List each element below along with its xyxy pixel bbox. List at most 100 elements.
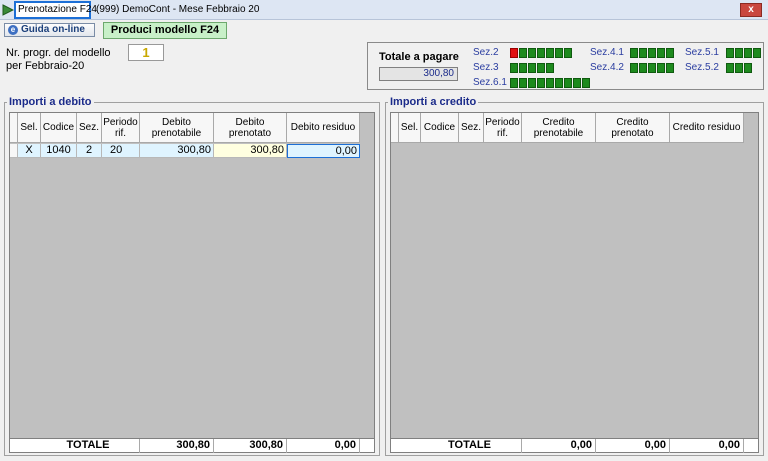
- debito-group-title: Importi a debito: [7, 96, 94, 108]
- credito-total-row: TOTALE 0,00 0,00 0,00: [391, 438, 758, 453]
- debito-cell-sel[interactable]: X: [18, 144, 41, 158]
- debito-col-sel[interactable]: Sel.: [18, 113, 41, 143]
- produci-f24-button[interactable]: Produci modello F24: [103, 22, 227, 39]
- debito-total-label: TOTALE: [10, 439, 140, 453]
- close-button[interactable]: x: [740, 3, 762, 17]
- bar-segment: [744, 48, 752, 58]
- bar-segment: [726, 63, 734, 73]
- debito-cell-prenotato[interactable]: 300,80: [214, 144, 287, 158]
- debito-group: Importi a debito Sel. Codice Sez. Period…: [4, 96, 380, 456]
- credito-col-periodo[interactable]: Periodo rif.: [484, 113, 522, 143]
- bar-segment: [564, 48, 572, 58]
- credito-total-residuo: 0,00: [670, 439, 744, 453]
- credito-col-sez[interactable]: Sez.: [459, 113, 484, 143]
- debito-cell-sez[interactable]: 2: [77, 144, 102, 158]
- bar-segment: [639, 63, 647, 73]
- help-online-label: Guida on-line: [21, 24, 85, 35]
- play-arrow-icon: [2, 4, 14, 16]
- bar-segment: [564, 78, 572, 88]
- sez-5-1-label: Sez.5.1: [685, 47, 719, 58]
- debito-cell-prenotabile[interactable]: 300,80: [140, 144, 214, 158]
- bar-segment: [528, 78, 536, 88]
- bar-segment: [519, 63, 527, 73]
- bar-segment: [639, 48, 647, 58]
- sez-5-2-label: Sez.5.2: [685, 62, 719, 73]
- bar-segment: [528, 48, 536, 58]
- sez-5-2-bar: [726, 63, 752, 73]
- bar-segment: [537, 48, 545, 58]
- bar-segment: [648, 48, 656, 58]
- sez-3-bar: [510, 63, 554, 73]
- sez-6-1-bar: [510, 78, 590, 88]
- bar-segment: [666, 63, 674, 73]
- debito-col-sez[interactable]: Sez.: [77, 113, 102, 143]
- bar-segment: [582, 78, 590, 88]
- help-online-button[interactable]: e Guida on-line: [4, 23, 95, 37]
- credito-col-prenotabile[interactable]: Credito prenotabile: [522, 113, 596, 143]
- debito-table: Sel. Codice Sez. Periodo rif. Debito pre…: [9, 112, 375, 453]
- sez-3-label: Sez.3: [473, 62, 499, 73]
- bar-segment: [630, 48, 638, 58]
- credito-table: Sel. Codice Sez. Periodo rif. Credito pr…: [390, 112, 759, 453]
- credito-col-prenotato[interactable]: Credito prenotato: [596, 113, 670, 143]
- credito-total-label: TOTALE: [391, 439, 522, 453]
- title-bar: Prenotazione F24 (999) DemoCont - Mese F…: [0, 0, 768, 20]
- credito-group-title: Importi a credito: [388, 96, 479, 108]
- debito-total-prenotato: 300,80: [214, 439, 287, 453]
- row-indicator: [10, 144, 18, 158]
- bar-segment: [510, 63, 518, 73]
- bar-segment: [735, 63, 743, 73]
- debito-cell-codice[interactable]: 1040: [41, 144, 77, 158]
- bar-segment: [735, 48, 743, 58]
- bar-segment: [537, 78, 545, 88]
- bar-segment: [528, 63, 536, 73]
- bar-segment: [573, 78, 581, 88]
- bar-segment: [537, 63, 545, 73]
- credito-col-residuo[interactable]: Credito residuo: [670, 113, 744, 143]
- bar-segment: [726, 48, 734, 58]
- bar-segment: [657, 63, 665, 73]
- row-indicator-header: [391, 113, 399, 143]
- bar-segment: [546, 78, 554, 88]
- total-value: 300,80: [379, 67, 458, 81]
- debito-col-codice[interactable]: Codice: [41, 113, 77, 143]
- sez-4-2-bar: [630, 63, 674, 73]
- debito-total-row: TOTALE 300,80 300,80 0,00: [10, 438, 374, 453]
- bar-segment: [657, 48, 665, 58]
- debito-cell-residuo[interactable]: 0,00: [287, 144, 360, 158]
- bar-segment: [753, 48, 761, 58]
- summary-panel: Totale a pagare 300,80 Sez.2 Sez.3 Sez.6…: [367, 42, 764, 90]
- debito-total-residuo: 0,00: [287, 439, 360, 453]
- debito-total-prenotabile: 300,80: [140, 439, 214, 453]
- debito-col-periodo[interactable]: Periodo rif.: [102, 113, 140, 143]
- debito-col-prenotato[interactable]: Debito prenotato: [214, 113, 287, 143]
- bar-segment: [555, 78, 563, 88]
- bar-segment: [666, 48, 674, 58]
- bar-segment: [555, 48, 563, 58]
- bar-segment: [519, 78, 527, 88]
- debito-col-prenotabile[interactable]: Debito prenotabile: [140, 113, 214, 143]
- credito-total-prenotato: 0,00: [596, 439, 670, 453]
- help-icon: e: [8, 25, 18, 35]
- window-title: (999) DemoCont - Mese Febbraio 20: [96, 4, 260, 15]
- debito-cell-periodo[interactable]: 20: [102, 144, 140, 158]
- bar-segment: [519, 48, 527, 58]
- sez-4-2-label: Sez.4.2: [590, 62, 624, 73]
- bar-segment: [744, 63, 752, 73]
- sez-6-1-label: Sez.6.1: [473, 77, 507, 88]
- bar-segment: [648, 63, 656, 73]
- window-tab[interactable]: Prenotazione F24: [14, 1, 97, 19]
- progressive-number-field[interactable]: 1: [128, 44, 164, 61]
- credito-col-sel[interactable]: Sel.: [399, 113, 421, 143]
- row-indicator-header: [10, 113, 18, 143]
- sez-2-label: Sez.2: [473, 47, 499, 58]
- bar-segment: [510, 48, 518, 58]
- credito-group: Importi a credito Sel. Codice Sez. Perio…: [385, 96, 764, 456]
- credito-col-codice[interactable]: Codice: [421, 113, 459, 143]
- debito-col-residuo[interactable]: Debito residuo: [287, 113, 360, 143]
- credito-total-prenotabile: 0,00: [522, 439, 596, 453]
- total-label: Totale a pagare: [379, 51, 459, 63]
- bar-segment: [630, 63, 638, 73]
- bar-segment: [510, 78, 518, 88]
- sez-2-bar: [510, 48, 572, 58]
